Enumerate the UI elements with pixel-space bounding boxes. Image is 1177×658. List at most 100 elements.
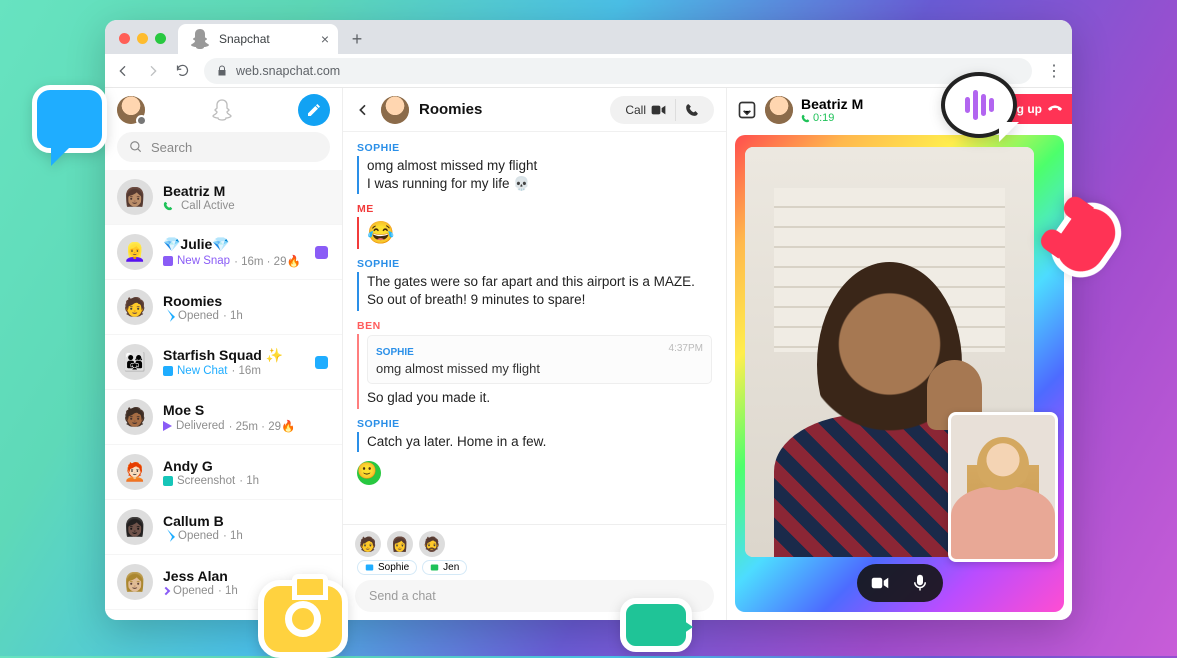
sidebar: Search 👩🏽 Beatriz M Call Active 👱‍♀️ 💎Ju… [105, 88, 343, 620]
close-window-icon[interactable] [119, 33, 130, 44]
window-controls[interactable] [113, 33, 172, 54]
message-body: The gates were so far apart and this air… [357, 272, 712, 310]
conversation-status: Call Active [163, 200, 330, 212]
call-controls: Call [610, 96, 714, 124]
tab-title: Snapchat [219, 32, 270, 46]
snapchat-favicon-icon [188, 27, 212, 51]
conversation-item[interactable]: 🧑🏻‍🦰 Andy G Screenshot · 1h [105, 445, 342, 500]
conversation-name: Beatriz M [163, 183, 330, 199]
profile-avatar[interactable] [117, 96, 145, 124]
video-sticker-icon [620, 598, 692, 652]
conversation-avatar: 🧑 [117, 289, 153, 325]
message-sender: SOPHIE [357, 258, 712, 270]
conversation-item[interactable]: 👨‍👩‍👧 Starfish Squad ✨ New Chat · 16m [105, 335, 342, 390]
chat-avatar[interactable] [381, 96, 409, 124]
conversation-status: Delivered · 25m · 29🔥 [163, 419, 330, 433]
message: SOPHIE omg almost missed my flightI was … [357, 142, 712, 194]
message-list[interactable]: SOPHIE omg almost missed my flightI was … [343, 132, 726, 524]
conversation-item[interactable]: 🧑 Roomies Opened · 1h [105, 280, 342, 335]
quoted-message: SOPHIE4:37PMomg almost missed my flight [367, 335, 712, 385]
search-input[interactable]: Search [117, 132, 330, 162]
presence-row: 🧑 👩 🧔 [355, 531, 714, 557]
typing-avatar-icon: 🙂 [357, 461, 381, 485]
address-bar: web.snapchat.com ⋮ [105, 54, 1072, 88]
call-panel: Beatriz M 0:19 Hang up [727, 88, 1072, 620]
message-body: Catch ya later. Home in a few. [357, 432, 712, 452]
toggle-video-button[interactable] [867, 570, 893, 596]
maximize-window-icon[interactable] [155, 33, 166, 44]
snapchat-logo-icon[interactable] [210, 98, 234, 122]
chat-back-icon[interactable] [355, 102, 371, 118]
message-sender: BEN [357, 320, 712, 332]
settings-gear-icon[interactable] [136, 115, 147, 126]
unread-indicator-icon [315, 356, 328, 369]
minimize-window-icon[interactable] [137, 33, 148, 44]
conversation-avatar: 🧑🏻‍🦰 [117, 454, 153, 490]
back-icon[interactable] [115, 63, 131, 79]
self-video[interactable] [948, 412, 1058, 562]
conversation-list[interactable]: 👩🏽 Beatriz M Call Active 👱‍♀️ 💎Julie💎 Ne… [105, 170, 342, 620]
message-body: 😂 [357, 217, 712, 249]
hangup-icon [1048, 102, 1062, 116]
presence-avatar: 👩 [387, 531, 413, 557]
presence-pill: Jen [422, 560, 467, 575]
speech-bubble-sticker-icon [32, 85, 107, 153]
presence-pill: Sophie [357, 560, 417, 575]
conversation-avatar: 👩🏿 [117, 509, 153, 545]
message: BEN SOPHIE4:37PMomg almost missed my fli… [357, 320, 712, 409]
message-body: SOPHIE4:37PMomg almost missed my flightS… [357, 334, 712, 409]
camera-sticker-icon [258, 580, 348, 658]
conversation-name: Starfish Squad ✨ [163, 347, 330, 364]
message: SOPHIE The gates were so far apart and t… [357, 258, 712, 310]
toggle-mic-button[interactable] [907, 570, 933, 596]
conversation-status: Opened · 1h [163, 530, 330, 542]
search-placeholder: Search [151, 140, 192, 155]
phone-icon [801, 114, 810, 123]
forward-icon[interactable] [145, 63, 161, 79]
video-area [735, 135, 1064, 612]
call-header: Beatriz M 0:19 Hang up [727, 88, 1072, 132]
conversation-name: Roomies [163, 293, 330, 309]
message-sender: ME [357, 203, 712, 215]
conversation-item[interactable]: 👩🏽 Beatriz M Call Active [105, 170, 342, 225]
message: SOPHIE Catch ya later. Home in a few. [357, 418, 712, 452]
sidebar-header [105, 88, 342, 132]
presence-avatar: 🧑 [355, 531, 381, 557]
conversation-status: Opened · 1h [163, 310, 330, 322]
conversation-avatar: 👨‍👩‍👧 [117, 344, 153, 380]
audio-call-button[interactable] [676, 99, 708, 121]
voice-sticker-icon [941, 72, 1017, 138]
chat-panel: Roomies Call SOPHIE omg almost missed my… [343, 88, 727, 620]
unread-indicator-icon [315, 246, 328, 259]
call-duration: 0:19 [801, 112, 863, 124]
conversation-status: New Snap · 16m · 29🔥 [163, 254, 330, 268]
conversation-avatar: 🧑🏾 [117, 399, 153, 435]
chat-header: Roomies Call [343, 88, 726, 132]
conversation-avatar: 👩🏼 [117, 564, 153, 600]
browser-window: Snapchat × + web.snapchat.com ⋮ [105, 20, 1072, 620]
url-field[interactable]: web.snapchat.com [204, 58, 1032, 84]
url-text: web.snapchat.com [236, 64, 340, 78]
conversation-name: Callum B [163, 513, 330, 529]
message-body: omg almost missed my flightI was running… [357, 156, 712, 194]
video-call-button[interactable]: Call [616, 99, 676, 121]
conversation-name: Moe S [163, 402, 330, 418]
search-icon [129, 140, 143, 154]
compose-icon [306, 102, 322, 118]
browser-menu-icon[interactable]: ⋮ [1046, 61, 1062, 81]
conversation-avatar: 👱‍♀️ [117, 234, 153, 270]
message-sender: SOPHIE [357, 142, 712, 154]
message-sender: SOPHIE [357, 418, 712, 430]
reload-icon[interactable] [175, 63, 190, 78]
compose-button[interactable] [298, 94, 330, 126]
conversation-item[interactable]: 👱‍♀️ 💎Julie💎 New Snap · 16m · 29🔥 [105, 225, 342, 280]
conversation-item[interactable]: 🧑🏾 Moe S Delivered · 25m · 29🔥 [105, 390, 342, 445]
presence-avatar: 🧔 [419, 531, 445, 557]
browser-tab[interactable]: Snapchat × [178, 24, 338, 54]
close-tab-icon[interactable]: × [321, 31, 329, 47]
conversation-item[interactable]: 👩🏿 Callum B Opened · 1h [105, 500, 342, 555]
minimize-call-icon[interactable] [737, 100, 757, 120]
call-control-bar [857, 564, 943, 602]
new-tab-button[interactable]: + [344, 26, 370, 52]
message: ME 😂 [357, 203, 712, 249]
